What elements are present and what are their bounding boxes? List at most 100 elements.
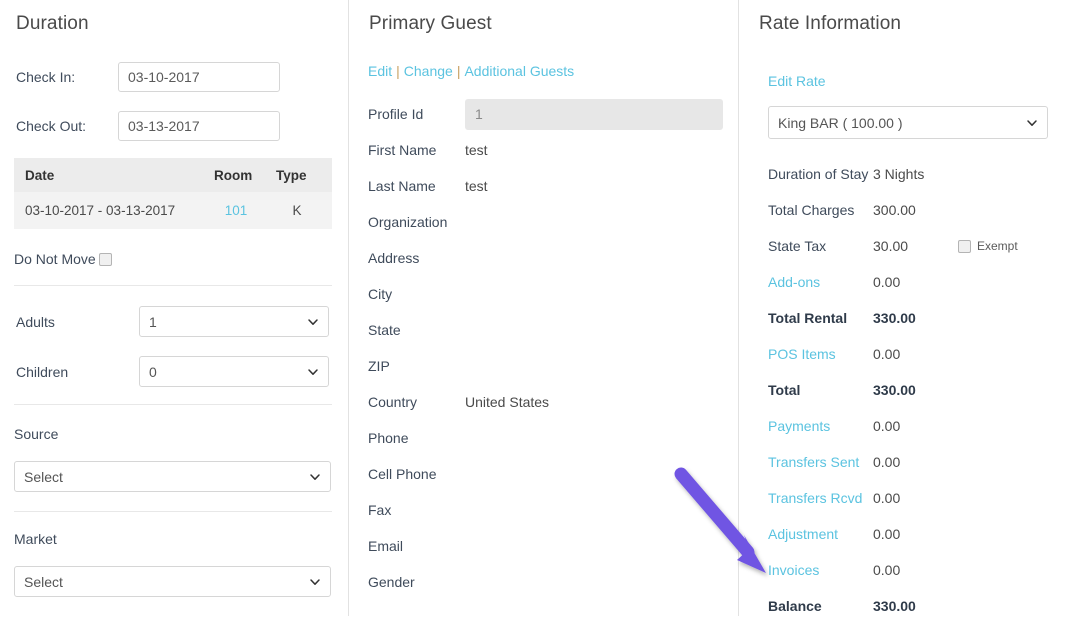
rate-value: 0.00 (873, 526, 901, 542)
rate-value: 0.00 (873, 490, 901, 506)
guest-row-profile-id: Profile Id 1 (368, 96, 728, 132)
rate-label-link[interactable]: Transfers Sent (768, 454, 873, 470)
rate-label: Total (768, 382, 801, 398)
col-header-type: Type (276, 158, 332, 192)
link-separator-1: | (396, 63, 400, 79)
stay-table-head: Date Room Type (14, 158, 332, 192)
rate-label: Duration of Stay (768, 166, 869, 182)
guest-field-label: Last Name (368, 178, 436, 194)
rate-row: Add-ons 0.00 (768, 264, 1068, 300)
do-not-move-row: Do Not Move (14, 251, 112, 267)
chevron-down-icon (309, 576, 321, 588)
divider-1 (14, 285, 332, 286)
rate-value: 0.00 (873, 346, 901, 362)
do-not-move-checkbox[interactable] (98, 252, 112, 266)
do-not-move-label: Do Not Move (14, 251, 96, 267)
stay-table-body: 03-10-2017 - 03-13-2017 101 K (14, 192, 332, 229)
source-select-value: Select (24, 468, 63, 485)
rate-value: 3 Nights (873, 166, 925, 182)
chevron-down-icon (307, 366, 319, 378)
guest-row: Phone (368, 420, 728, 456)
guest-row: First Name test (368, 132, 728, 168)
rate-label: Balance (768, 598, 822, 614)
guest-row: City (368, 276, 728, 312)
rate-label-link[interactable]: Transfers Rcvd (768, 490, 873, 506)
rate-row: Transfers Sent 0.00 (768, 444, 1068, 480)
change-link[interactable]: Change (404, 63, 453, 79)
check-out-label: Check Out: (16, 118, 87, 134)
guest-field-value: United States (465, 394, 550, 410)
rate-label-link[interactable]: Add-ons (768, 274, 873, 290)
chevron-down-icon (307, 316, 319, 328)
rate-row: Transfers Rcvd 0.00 (768, 480, 1068, 516)
rate-row: Duration of Stay 3 Nights (768, 156, 1068, 192)
check-out-input[interactable]: 03-13-2017 (118, 111, 280, 141)
adults-label: Adults (16, 314, 55, 330)
duration-panel: Duration Check In: 03-10-2017 Check Out:… (0, 0, 348, 616)
source-label: Source (14, 426, 59, 442)
rate-value: 0.00 (873, 454, 901, 470)
divider-3 (14, 511, 332, 512)
rate-row: Invoices 0.00 (768, 552, 1068, 588)
children-select[interactable]: 0 (139, 356, 329, 387)
guest-field-label: First Name (368, 142, 437, 158)
guest-field-label: State (368, 322, 401, 338)
rate-value: 0.00 (873, 418, 901, 434)
rate-plan-select-value: King BAR ( 100.00 ) (778, 114, 903, 131)
chevron-down-icon (309, 471, 321, 483)
table-row: 03-10-2017 - 03-13-2017 101 K (14, 192, 332, 229)
rate-value: 300.00 (873, 202, 916, 218)
adults-select[interactable]: 1 (139, 306, 329, 337)
rate-row: State Tax 30.00 Exempt (768, 228, 1068, 264)
rate-label-link[interactable]: Adjustment (768, 526, 873, 542)
guest-row: Fax (368, 492, 728, 528)
guest-row: State (368, 312, 728, 348)
cell-type: K (276, 192, 332, 229)
check-in-label: Check In: (16, 69, 76, 85)
link-separator-2: | (456, 63, 461, 79)
adults-select-value: 1 (149, 313, 157, 330)
rate-label-link[interactable]: Invoices (768, 562, 873, 578)
rate-label: State Tax (768, 238, 827, 254)
guest-field-label: Country (368, 394, 418, 410)
guest-field-label: City (368, 286, 393, 302)
room-link[interactable]: 101 (225, 203, 248, 218)
guest-field-label: Fax (368, 502, 392, 518)
exempt-label: Exempt (977, 239, 1018, 253)
guest-rows-container: First Name test Last Name test Organization A… (368, 132, 728, 600)
guest-field-label: Email (368, 538, 404, 554)
guest-field-label: Cell Phone (368, 466, 437, 482)
col-header-room: Room (214, 158, 276, 192)
additional-guests-link[interactable]: Additional Guests (464, 63, 574, 79)
rate-value: 0.00 (873, 562, 901, 578)
edit-rate-link[interactable]: Edit Rate (768, 73, 826, 89)
guest-field-value: test (465, 178, 488, 194)
market-select[interactable]: Select (14, 566, 331, 597)
rate-value: 330.00 (873, 310, 916, 326)
guest-field-value: test (465, 142, 488, 158)
profile-id-input: 1 (465, 98, 723, 130)
rate-value: 330.00 (873, 598, 916, 614)
exempt-checkbox[interactable] (958, 239, 971, 253)
guest-row: Address (368, 240, 728, 276)
guest-field-label: Organization (368, 214, 448, 230)
rate-row: Payments 0.00 (768, 408, 1068, 444)
rate-row: Total Charges 300.00 (768, 192, 1068, 228)
guest-actions: Edit | Change | Additional Guests (368, 63, 574, 79)
rate-rows-container: Duration of Stay 3 Nights Total Charges 300… (768, 156, 1068, 624)
edit-link[interactable]: Edit (368, 63, 392, 79)
cell-date: 03-10-2017 - 03-13-2017 (14, 192, 214, 229)
stay-table: Date Room Type 03-10-2017 - 03-13-2017 1… (14, 158, 332, 229)
duration-title: Duration (16, 13, 89, 34)
profile-id-label: Profile Id (368, 106, 424, 122)
rate-plan-select[interactable]: King BAR ( 100.00 ) (768, 106, 1048, 139)
rate-label-link[interactable]: POS Items (768, 346, 873, 362)
check-in-input[interactable]: 03-10-2017 (118, 62, 280, 92)
reservation-detail-page: Duration Check In: 03-10-2017 Check Out:… (0, 0, 1088, 616)
rate-value: 0.00 (873, 274, 901, 290)
rate-row: POS Items 0.00 (768, 336, 1068, 372)
source-select[interactable]: Select (14, 461, 331, 492)
cell-room: 101 (214, 192, 276, 229)
primary-guest-title: Primary Guest (369, 13, 492, 34)
rate-label-link[interactable]: Payments (768, 418, 873, 434)
